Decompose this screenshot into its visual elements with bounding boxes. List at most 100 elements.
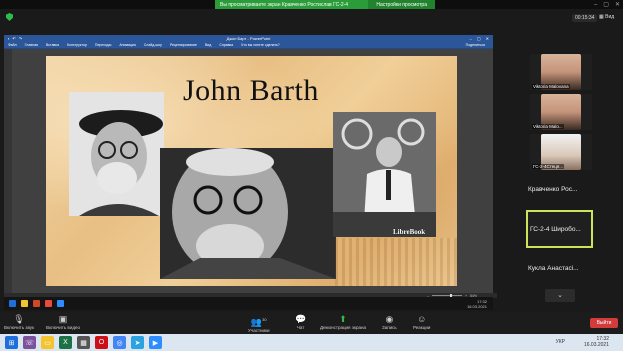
shared-clock-date: 16.03.2021 (466, 304, 487, 309)
ribbon-tab-help[interactable]: Справка (219, 43, 233, 47)
zoom-slider[interactable] (431, 293, 462, 298)
os-clock-date: 16.03.2021 (583, 342, 609, 348)
ppt-minimize-icon[interactable]: – (470, 36, 472, 41)
tell-me-search[interactable]: Что вы хотите сделать? (241, 43, 280, 47)
undo-icon[interactable]: ↶ (12, 36, 15, 41)
share-button[interactable]: Поделиться (466, 43, 485, 47)
barth-photo-desk (333, 112, 436, 237)
active-speaker-tile[interactable]: ГС-2-4 Широбо... (526, 210, 593, 248)
explorer-icon[interactable]: ▭ (41, 336, 54, 349)
record-button[interactable]: ◉ Запись (382, 314, 397, 330)
view-button[interactable]: ▦ Вид (599, 14, 614, 20)
viber-icon[interactable]: ☏ (23, 336, 36, 349)
video-label: Включить видео (46, 325, 80, 330)
chrome-icon[interactable]: ◎ (113, 336, 126, 349)
folder-icon (21, 300, 28, 307)
chat-button[interactable]: 💬 Чат (295, 314, 306, 330)
ppt-ribbon-tabs: Файл Главная Вставка Конструктор Переход… (4, 42, 493, 49)
meeting-timer: 00:15:34 (572, 14, 598, 22)
participant-name: Viktoria Malovana (532, 84, 570, 89)
ribbon-tab-insert[interactable]: Вставка (46, 43, 59, 47)
share-banner-text: Вы просматриваете экран Кравченко Ростис… (220, 1, 349, 8)
save-icon[interactable]: ▪ (8, 36, 9, 41)
share-screen-icon: ⬆ (339, 314, 347, 324)
reactions-label: Реакции (413, 325, 431, 330)
opera-icon[interactable]: O (95, 336, 108, 349)
browser-icon (45, 300, 52, 307)
mute-label: Включить звук (4, 325, 35, 330)
keyboard-language[interactable]: УКР (556, 339, 565, 345)
ppt-title: Джон Барт - PowerPoint (226, 36, 271, 41)
participants-count: 30 (262, 317, 267, 322)
chevron-down-icon[interactable]: ⌄ (545, 289, 575, 302)
participants-button[interactable]: 👥30 Участники (248, 314, 270, 333)
slide-canvas[interactable]: John Barth LibreBook (46, 56, 457, 286)
zoom-toolbar: 🎙 Включить звук ▣ Включить видео 👥30 Уча… (0, 312, 623, 334)
participant-name: Viktoria Malo... (532, 124, 564, 129)
participant-tile[interactable]: Viktoria Malo... (530, 94, 592, 130)
quick-access: ▪ ↶ ↷ (8, 36, 22, 41)
maximize-icon[interactable]: ▢ (603, 1, 609, 8)
ribbon-tab-animation[interactable]: Анимация (119, 43, 135, 47)
windows-start-icon[interactable]: ⊞ (5, 336, 18, 349)
barth-photo-closeup (160, 148, 336, 279)
participants-label: Участники (248, 328, 270, 333)
share-screen-button[interactable]: ⬆ Демонстрация экрана (320, 314, 366, 330)
barth-photo-beret (69, 92, 164, 216)
os-clock[interactable]: 17:32 16.03.2021 (584, 336, 609, 348)
powerpoint-icon (33, 300, 40, 307)
zoom-top-bar: Вы просматриваете экран Кравченко Ростис… (0, 0, 623, 9)
ribbon-tab-design[interactable]: Конструктор (67, 43, 87, 47)
ppt-title-bar: ▪ ↶ ↷ Джон Барт - PowerPoint – ▢ ✕ (4, 35, 493, 42)
share-label: Демонстрация экрана (320, 325, 366, 330)
ribbon-tab-file[interactable]: Файл (8, 43, 17, 47)
minimize-icon[interactable]: – (594, 2, 597, 8)
librebook-watermark: LibreBook (393, 228, 426, 236)
record-icon: ◉ (385, 314, 394, 324)
shared-clock: 17:32 16.03.2021 (467, 299, 487, 309)
active-speaker-name: ГС-2-4 Широбо... (530, 226, 581, 233)
slide-thumbnails-pane[interactable] (4, 49, 12, 293)
leave-button[interactable]: Выйти (590, 318, 618, 328)
zoom-icon[interactable]: ▶ (149, 336, 162, 349)
participant-name-tile[interactable]: Кравченко Рос... (528, 186, 577, 193)
ppt-window-controls: – ▢ ✕ (470, 36, 489, 41)
excel-icon[interactable]: X (59, 336, 72, 349)
view-label: Вид (605, 14, 615, 20)
ribbon-tab-slideshow[interactable]: Слайд-шоу (144, 43, 162, 47)
telegram-icon[interactable]: ➤ (131, 336, 144, 349)
ribbon-tab-review[interactable]: Рецензирование (170, 43, 197, 47)
participant-tile[interactable]: ГС-2-4Стеця... (530, 134, 592, 170)
camera-off-icon: ▣ (58, 314, 68, 324)
slide-title: John Barth (183, 74, 319, 107)
video-button[interactable]: ▣ Включить видео (46, 314, 80, 330)
record-label: Запись (382, 325, 397, 330)
chat-label: Чат (296, 325, 305, 330)
participants-icon: 👥30 (250, 317, 267, 327)
reactions-button[interactable]: ☺ Реакции (413, 314, 430, 330)
ribbon-tab-view[interactable]: Вид (205, 43, 211, 47)
participant-tile[interactable]: Viktoria Malovana (530, 54, 592, 90)
chat-icon: 💬 (295, 314, 307, 324)
mute-button[interactable]: 🎙 Включить звук (4, 314, 34, 330)
shared-taskbar: 17:32 16.03.2021 (4, 297, 493, 310)
window-controls: – ▢ ✕ (594, 0, 620, 9)
ppt-maximize-icon[interactable]: ▢ (477, 36, 481, 41)
security-shield-icon[interactable] (6, 13, 13, 21)
windows-start-icon (9, 300, 16, 307)
app-icon[interactable]: ▦ (77, 336, 90, 349)
view-options-button[interactable]: Настройки просмотра (368, 0, 435, 9)
zoom-app-icon (57, 300, 64, 307)
ribbon-tab-transitions[interactable]: Переходы (95, 43, 111, 47)
close-icon[interactable]: ✕ (615, 1, 620, 8)
microphone-muted-icon: 🎙 (13, 314, 25, 324)
redo-icon[interactable]: ↷ (19, 36, 22, 41)
os-taskbar: ⊞ ☏ ▭ X ▦ O ◎ ➤ ▶ УКР 17:32 16.03.2021 (0, 334, 623, 351)
participant-name-tile[interactable]: Кукла Анастасі... (528, 265, 579, 272)
ribbon-tab-home[interactable]: Главная (25, 43, 38, 47)
participant-name: ГС-2-4Стеця... (532, 164, 565, 169)
ppt-close-icon[interactable]: ✕ (486, 36, 489, 41)
reactions-icon: ☺ (417, 314, 427, 324)
bookshelf-decoration (335, 238, 457, 286)
share-banner: Вы просматриваете экран Кравченко Ростис… (215, 0, 435, 9)
